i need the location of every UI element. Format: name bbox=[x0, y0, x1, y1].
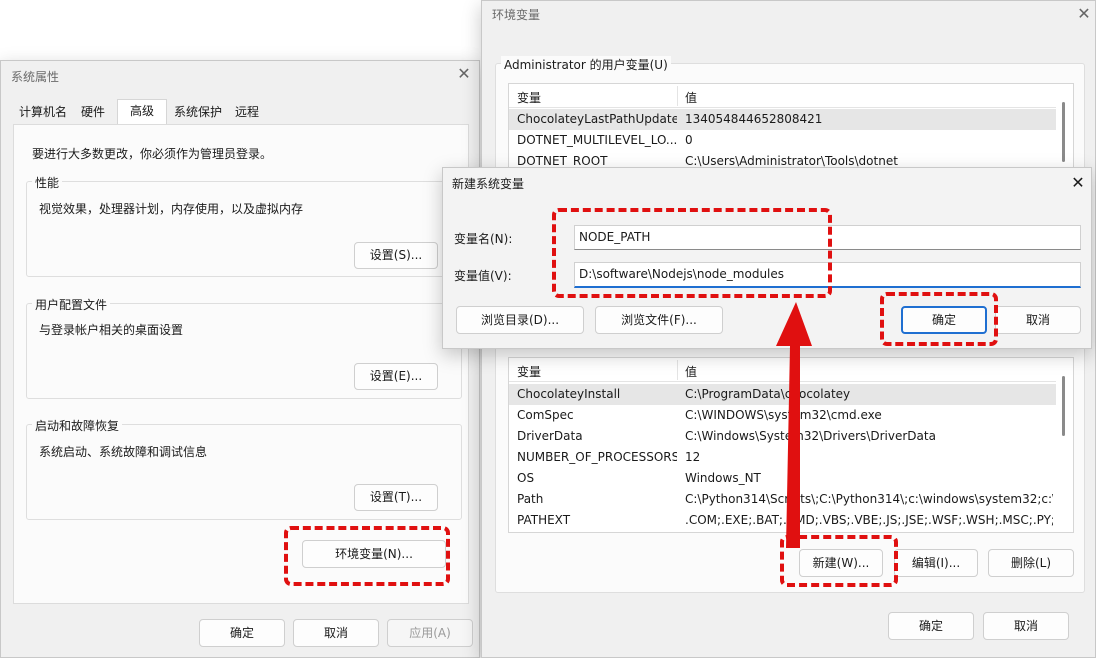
variable-value: .COM;.EXE;.BAT;.CMD;.VBS;.VBE;.JS;.JSE;.… bbox=[685, 513, 1053, 527]
user-variables-list: 变量 值 ChocolateyLastPathUpdate 1340548446… bbox=[508, 83, 1074, 178]
variable-value: C:\Users\Administrator\Tools\dotnet bbox=[685, 154, 898, 168]
delete-variable-button[interactable]: 删除(L) bbox=[988, 549, 1074, 577]
variable-value: 134054844652808421 bbox=[685, 112, 823, 126]
variable-name: ChocolateyLastPathUpdate bbox=[517, 112, 677, 126]
annotation-arrow-icon bbox=[776, 302, 812, 548]
variable-value: C:\ProgramData\chocolatey bbox=[685, 387, 851, 401]
tab-system-protection[interactable]: 系统保护 bbox=[169, 101, 227, 123]
browse-directory-button[interactable]: 浏览目录(D)... bbox=[456, 306, 584, 334]
browse-file-button[interactable]: 浏览文件(F)... bbox=[595, 306, 723, 334]
variable-name: DOTNET_MULTILEVEL_LO... bbox=[517, 133, 677, 147]
variable-name: PATHEXT bbox=[517, 513, 571, 527]
variable-value: C:\WINDOWS\system32\cmd.exe bbox=[685, 408, 882, 422]
cancel-button[interactable]: 取消 bbox=[995, 306, 1081, 334]
variable-value: Windows_NT bbox=[685, 471, 761, 485]
dialog-title: 新建系统变量 bbox=[452, 177, 525, 191]
column-header-name[interactable]: 变量 bbox=[517, 89, 541, 106]
variable-name-label: 变量名(N): bbox=[454, 232, 513, 246]
variable-value: 0 bbox=[685, 133, 693, 147]
user-variables-label: Administrator 的用户变量(U) bbox=[501, 56, 671, 73]
window-title: 环境变量 bbox=[492, 8, 541, 22]
startup-recovery-description: 系统启动、系统故障和调试信息 bbox=[39, 445, 208, 459]
annotation-highlight-ok-button bbox=[880, 292, 998, 346]
column-header-value[interactable]: 值 bbox=[685, 363, 697, 380]
column-divider bbox=[677, 360, 678, 380]
performance-settings-button[interactable]: 设置(S)... bbox=[354, 242, 438, 269]
scrollbar[interactable] bbox=[1062, 102, 1065, 162]
close-icon[interactable]: ✕ bbox=[1075, 6, 1093, 24]
startup-recovery-settings-button[interactable]: 设置(T)... bbox=[354, 484, 438, 511]
variable-name: ComSpec bbox=[517, 408, 574, 422]
table-row[interactable]: ChocolateyLastPathUpdate 134054844652808… bbox=[509, 109, 1056, 130]
startup-recovery-label: 启动和故障恢复 bbox=[32, 417, 123, 434]
variable-value: C:\Python314\Scripts\;C:\Python314\;c:\w… bbox=[685, 492, 1053, 506]
variable-value: C:\Windows\System32\Drivers\DriverData bbox=[685, 429, 936, 443]
performance-label: 性能 bbox=[32, 174, 63, 191]
tab-advanced[interactable]: 高级 bbox=[117, 99, 167, 125]
ok-button[interactable]: 确定 bbox=[888, 612, 974, 640]
column-header: 变量 值 bbox=[509, 84, 1056, 108]
variable-value-label: 变量值(V): bbox=[454, 269, 512, 283]
user-profiles-description: 与登录帐户相关的桌面设置 bbox=[39, 323, 184, 337]
column-divider bbox=[677, 86, 678, 106]
annotation-highlight-name-value-fields bbox=[552, 208, 832, 298]
variable-name: DOTNET_ROOT bbox=[517, 154, 608, 168]
close-icon[interactable]: ✕ bbox=[455, 66, 473, 84]
user-profiles-label: 用户配置文件 bbox=[32, 296, 111, 313]
edit-variable-button[interactable]: 编辑(I)... bbox=[894, 549, 978, 577]
admin-notice: 要进行大多数更改，你必须作为管理员登录。 bbox=[32, 147, 273, 161]
tab-computer-name[interactable]: 计算机名 bbox=[13, 101, 73, 123]
tab-remote[interactable]: 远程 bbox=[229, 101, 265, 123]
variable-value: 12 bbox=[685, 450, 701, 464]
tab-hardware[interactable]: 硬件 bbox=[73, 101, 113, 123]
column-header-name[interactable]: 变量 bbox=[517, 363, 541, 380]
variable-name: DriverData bbox=[517, 429, 583, 443]
table-row[interactable]: DOTNET_MULTILEVEL_LO... 0 bbox=[509, 130, 1056, 151]
close-icon[interactable]: ✕ bbox=[1069, 175, 1087, 193]
column-header-value[interactable]: 值 bbox=[685, 89, 697, 106]
variable-name: ChocolateyInstall bbox=[517, 387, 621, 401]
user-profiles-settings-button[interactable]: 设置(E)... bbox=[354, 363, 438, 390]
cancel-button[interactable]: 取消 bbox=[983, 612, 1069, 640]
annotation-highlight-env-button bbox=[284, 526, 450, 586]
ok-button[interactable]: 确定 bbox=[199, 619, 285, 647]
window-title: 系统属性 bbox=[11, 70, 60, 84]
variable-name: OS bbox=[517, 471, 535, 485]
performance-description: 视觉效果，处理器计划，内存使用，以及虚拟内存 bbox=[39, 202, 304, 216]
apply-button[interactable]: 应用(A) bbox=[387, 619, 473, 647]
cancel-button[interactable]: 取消 bbox=[293, 619, 379, 647]
scrollbar[interactable] bbox=[1062, 376, 1065, 436]
variable-name: Path bbox=[517, 492, 544, 506]
variable-name: NUMBER_OF_PROCESSORS bbox=[517, 450, 677, 464]
